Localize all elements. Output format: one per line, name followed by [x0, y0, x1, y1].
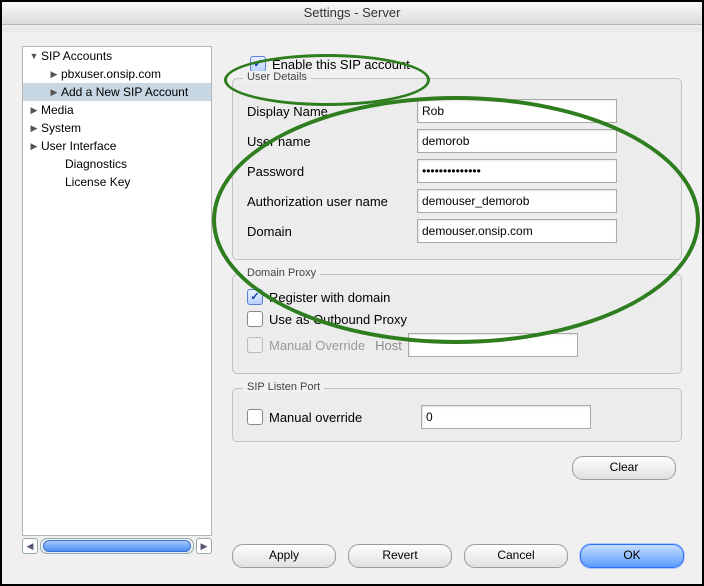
disclosure-down-icon: ▼ [29, 51, 39, 61]
tree-horizontal-scrollbar[interactable]: ◀ ▶ [22, 538, 212, 554]
display-name-input[interactable] [417, 99, 617, 123]
listen-port-input[interactable] [421, 405, 591, 429]
scroll-thumb[interactable] [43, 540, 191, 552]
manual-override-port-label: Manual override [269, 410, 421, 425]
tree-label: System [41, 121, 81, 135]
manual-override-proxy-checkbox [247, 337, 263, 353]
tree-item-account-0[interactable]: ▶ pbxuser.onsip.com [23, 65, 211, 83]
domain-label: Domain [247, 224, 417, 239]
user-details-group: User Details Display Name User name Pass… [232, 78, 682, 260]
disclosure-right-icon: ▶ [49, 87, 59, 98]
window-title: Settings - Server [2, 2, 702, 25]
register-with-domain-checkbox[interactable] [247, 289, 263, 305]
ok-button[interactable]: OK [580, 544, 684, 568]
revert-button[interactable]: Revert [348, 544, 452, 568]
outbound-proxy-checkbox[interactable] [247, 311, 263, 327]
host-input[interactable] [408, 333, 578, 357]
sip-listen-port-group: SIP Listen Port Manual override [232, 388, 682, 442]
main-panel: Enable this SIP account User Details Dis… [232, 56, 682, 560]
scroll-right-icon[interactable]: ▶ [196, 538, 212, 554]
user-details-legend: User Details [243, 71, 311, 83]
tree-label: User Interface [41, 139, 116, 153]
outbound-proxy-label: Use as Outbound Proxy [269, 312, 407, 327]
tree-label: SIP Accounts [41, 49, 112, 63]
disclosure-right-icon: ▶ [29, 141, 39, 152]
tree-item-diagnostics[interactable]: Diagnostics [23, 155, 211, 173]
user-name-input[interactable] [417, 129, 617, 153]
domain-proxy-legend: Domain Proxy [243, 267, 320, 279]
sip-listen-port-legend: SIP Listen Port [243, 381, 324, 393]
tree-label: Media [41, 103, 74, 117]
register-with-domain-label: Register with domain [269, 290, 390, 305]
tree-item-add-new-sip-account[interactable]: ▶ Add a New SIP Account [23, 83, 211, 101]
clear-row: Clear [232, 456, 682, 480]
auth-user-name-label: Authorization user name [247, 194, 417, 209]
tree-item-system[interactable]: ▶ System [23, 119, 211, 137]
settings-window: Settings - Server ▼ SIP Accounts ▶ pbxus… [0, 0, 704, 586]
auth-user-name-input[interactable] [417, 189, 617, 213]
enable-account-checkbox[interactable] [250, 56, 266, 72]
manual-override-port-checkbox[interactable] [247, 409, 263, 425]
host-label: Host [375, 338, 402, 353]
manual-override-proxy-label: Manual Override [269, 338, 365, 353]
window-content: ▼ SIP Accounts ▶ pbxuser.onsip.com ▶ Add… [2, 26, 702, 584]
disclosure-right-icon: ▶ [49, 69, 59, 80]
scroll-left-icon[interactable]: ◀ [22, 538, 38, 554]
sidebar: ▼ SIP Accounts ▶ pbxuser.onsip.com ▶ Add… [22, 46, 212, 554]
tree-label: License Key [65, 175, 130, 189]
domain-input[interactable] [417, 219, 617, 243]
scroll-track[interactable] [40, 538, 194, 554]
account-tree[interactable]: ▼ SIP Accounts ▶ pbxuser.onsip.com ▶ Add… [22, 46, 212, 536]
bottom-button-bar: Apply Revert Cancel OK [232, 544, 682, 568]
apply-button[interactable]: Apply [232, 544, 336, 568]
tree-item-user-interface[interactable]: ▶ User Interface [23, 137, 211, 155]
disclosure-right-icon: ▶ [29, 123, 39, 134]
tree-label: Diagnostics [65, 157, 127, 171]
disclosure-right-icon: ▶ [29, 105, 39, 116]
tree-item-license-key[interactable]: License Key [23, 173, 211, 191]
password-label: Password [247, 164, 417, 179]
enable-account-row: Enable this SIP account [232, 56, 682, 72]
enable-account-label: Enable this SIP account [272, 57, 410, 72]
tree-item-sip-accounts[interactable]: ▼ SIP Accounts [23, 47, 211, 65]
tree-item-media[interactable]: ▶ Media [23, 101, 211, 119]
password-input[interactable] [417, 159, 617, 183]
tree-label: Add a New SIP Account [61, 85, 188, 99]
cancel-button[interactable]: Cancel [464, 544, 568, 568]
display-name-label: Display Name [247, 104, 417, 119]
clear-button[interactable]: Clear [572, 456, 676, 480]
domain-proxy-group: Domain Proxy Register with domain Use as… [232, 274, 682, 374]
tree-label: pbxuser.onsip.com [61, 67, 161, 81]
user-name-label: User name [247, 134, 417, 149]
